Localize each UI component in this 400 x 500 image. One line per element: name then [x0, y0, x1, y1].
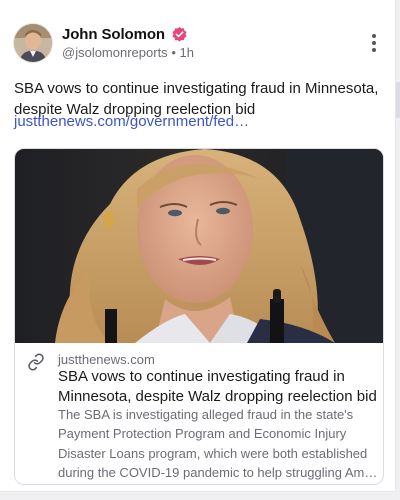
post-time[interactable]: 1h [180, 45, 194, 60]
card-domain: justthenews.com [58, 352, 155, 367]
card-title[interactable]: SBA vows to continue investigating fraud… [58, 367, 378, 407]
article-photo [15, 149, 383, 343]
meta-separator: • [171, 45, 176, 60]
link-preview-card[interactable]: justthenews.com SBA vows to continue inv… [14, 148, 384, 485]
author-handle[interactable]: @jsolomonreports [62, 45, 168, 60]
more-vertical-icon[interactable] [364, 32, 384, 54]
avatar-image [14, 24, 52, 62]
link-icon [28, 353, 44, 371]
author-name[interactable]: John Solomon [62, 26, 165, 43]
post-card: John Solomon @jsolomonreports • 1h SBA v… [0, 0, 396, 492]
verified-badge-icon [172, 26, 187, 42]
author-row: John Solomon [62, 26, 188, 43]
link-preview-image[interactable] [15, 149, 383, 343]
avatar[interactable] [14, 24, 52, 62]
scrollbar-thumb[interactable] [396, 82, 400, 118]
post-link[interactable]: justthenews.com/government/fed… [14, 113, 249, 130]
card-description: The SBA is investigating alleged fraud i… [58, 407, 378, 481]
post-meta: @jsolomonreports • 1h [62, 45, 194, 60]
